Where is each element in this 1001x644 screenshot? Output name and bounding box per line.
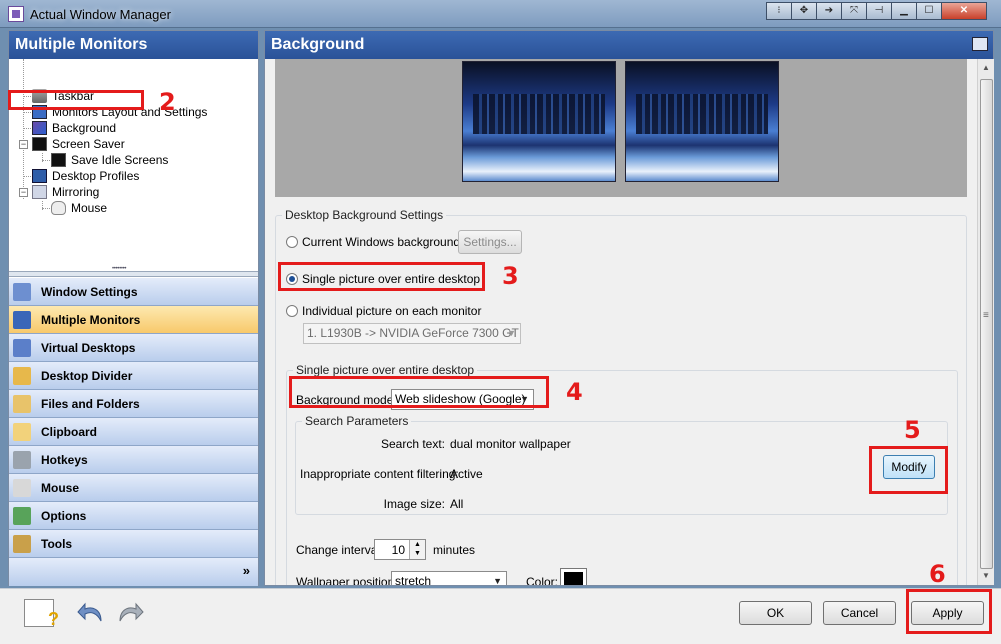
app-icon: [8, 6, 24, 22]
search-text-value: dual monitor wallpaper: [450, 437, 571, 451]
page-title: Background: [271, 36, 365, 53]
scroll-down-icon[interactable]: ▼: [979, 568, 993, 584]
vertical-scrollbar[interactable]: ▲ ▼: [977, 59, 994, 585]
content-filtering-label: Inappropriate content filtering:: [300, 467, 459, 481]
color-label: Color:: [526, 575, 559, 585]
move-icon[interactable]: ✥: [791, 2, 817, 20]
desktop-background-group-title: Desktop Background Settings: [282, 208, 447, 222]
annotation-number-3: 3: [502, 262, 519, 290]
change-interval-stepper[interactable]: 10 ▲ ▼: [374, 539, 426, 560]
annotation-box-3: [278, 262, 485, 291]
title-bar: Actual Window Manager ⁝ ✥ ➔ ⤧ ⊣ ▁ ☐ ✕: [0, 0, 1001, 28]
undo-icon[interactable]: [76, 599, 106, 627]
mouse-icon: [13, 479, 31, 497]
tools-icon: [13, 535, 31, 553]
single-picture-group-title: Single picture over entire desktop: [293, 363, 478, 377]
wallpaper-position-select[interactable]: stretch ▼: [391, 571, 507, 585]
monitor-icon: [51, 153, 66, 167]
left-panel: Multiple Monitors Taskbar Monitors Layou…: [8, 30, 259, 586]
search-parameters-title: Search Parameters: [302, 414, 412, 428]
wallpaper-position-label: Wallpaper position:: [296, 575, 398, 585]
search-text-label: Search text:: [380, 437, 445, 451]
mouse-icon: [51, 201, 66, 215]
multiple-monitors-icon: [13, 311, 31, 329]
collapse-mirroring-icon[interactable]: −: [19, 188, 28, 197]
nav-tools[interactable]: Tools: [9, 530, 258, 558]
category-nav: Window Settings Multiple Monitors Virtua…: [9, 278, 258, 586]
annotation-box-2: [8, 90, 144, 110]
keyboard-icon: [13, 451, 31, 469]
image-size-value: All: [450, 497, 464, 511]
roll-up-icon[interactable]: ⊣: [866, 2, 892, 20]
change-interval-label: Change interval:: [296, 543, 384, 557]
desktop-profiles-icon: [32, 169, 47, 183]
annotation-box-5: [869, 446, 948, 494]
nav-clipboard[interactable]: Clipboard: [9, 418, 258, 446]
options-icon: [13, 507, 31, 525]
pin-menu-icon[interactable]: ⁝: [766, 2, 792, 20]
monitor-preview: [275, 59, 967, 197]
annotation-number-2: 2: [159, 88, 176, 116]
left-panel-header: Multiple Monitors: [9, 31, 258, 59]
nav-files-and-folders[interactable]: Files and Folders: [9, 390, 258, 418]
radio-icon: [286, 236, 298, 248]
window-settings-icon: [13, 283, 31, 301]
nav-footer: »: [9, 558, 258, 586]
annotation-box-4: [289, 376, 549, 408]
monitor-settings-icon[interactable]: [972, 37, 988, 51]
scroll-thumb[interactable]: [980, 79, 993, 569]
help-icon[interactable]: [24, 599, 59, 630]
nav-hotkeys[interactable]: Hotkeys: [9, 446, 258, 474]
stepper-arrows-icon[interactable]: ▲ ▼: [409, 540, 425, 559]
move-to-monitor-icon[interactable]: ➔: [816, 2, 842, 20]
annotation-number-4: 4: [566, 378, 583, 406]
nav-desktop-divider[interactable]: Desktop Divider: [9, 362, 258, 390]
background-icon: [32, 121, 47, 135]
minimize-button[interactable]: ▁: [891, 2, 917, 20]
chevron-down-icon[interactable]: »: [243, 563, 250, 578]
nav-virtual-desktops[interactable]: Virtual Desktops: [9, 334, 258, 362]
settings-content: Desktop Background Settings Current Wind…: [265, 59, 977, 585]
image-size-label: Image size:: [383, 497, 445, 511]
chevron-down-icon: ▼: [507, 328, 516, 338]
monitor-select[interactable]: 1. L1930B -> NVIDIA GeForce 7300 GT ▼: [303, 323, 521, 344]
nav-window-settings[interactable]: Window Settings: [9, 278, 258, 306]
redo-icon[interactable]: [115, 599, 145, 627]
collapse-screen-saver-icon[interactable]: −: [19, 140, 28, 149]
color-swatch-fill: [564, 572, 583, 585]
virtual-desktops-icon: [13, 339, 31, 357]
scroll-up-icon[interactable]: ▲: [979, 60, 993, 76]
monitor-1-preview[interactable]: [462, 61, 616, 182]
annotation-number-6: 6: [929, 560, 946, 588]
clipboard-icon: [13, 423, 31, 441]
settings-button[interactable]: Settings...: [458, 230, 522, 254]
chevron-down-icon: ▼: [493, 576, 502, 585]
bottom-bar: OK Cancel Apply: [0, 588, 1001, 644]
annotation-box-6: [906, 589, 992, 634]
window-title: Actual Window Manager: [30, 7, 171, 22]
nav-options[interactable]: Options: [9, 502, 258, 530]
right-panel-header: Background: [265, 31, 993, 59]
desktop-divider-icon: [13, 367, 31, 385]
content-filtering-value: Active: [450, 467, 483, 481]
nav-mouse[interactable]: Mouse: [9, 474, 258, 502]
panel-splitter[interactable]: [9, 266, 258, 277]
ok-button[interactable]: OK: [739, 601, 812, 625]
maximize-button[interactable]: ☐: [916, 2, 942, 20]
close-button[interactable]: ✕: [941, 2, 987, 20]
right-panel: Background Desktop Background Settings C…: [264, 30, 994, 586]
annotation-number-5: 5: [904, 416, 921, 444]
cancel-button[interactable]: Cancel: [823, 601, 896, 625]
files-and-folders-icon: [13, 395, 31, 413]
radio-icon: [286, 305, 298, 317]
search-parameters-group: Search Parameters Search text: dual moni…: [295, 414, 948, 515]
nav-multiple-monitors[interactable]: Multiple Monitors: [9, 306, 258, 334]
stretch-icon[interactable]: ⤧: [841, 2, 867, 20]
color-picker[interactable]: [560, 568, 587, 585]
monitor-2-preview[interactable]: [625, 61, 779, 182]
change-interval-unit: minutes: [433, 543, 476, 557]
screen-saver-icon: [32, 137, 47, 151]
title-bar-buttons: ⁝ ✥ ➔ ⤧ ⊣ ▁ ☐ ✕: [766, 2, 987, 20]
mirroring-icon: [32, 185, 47, 199]
